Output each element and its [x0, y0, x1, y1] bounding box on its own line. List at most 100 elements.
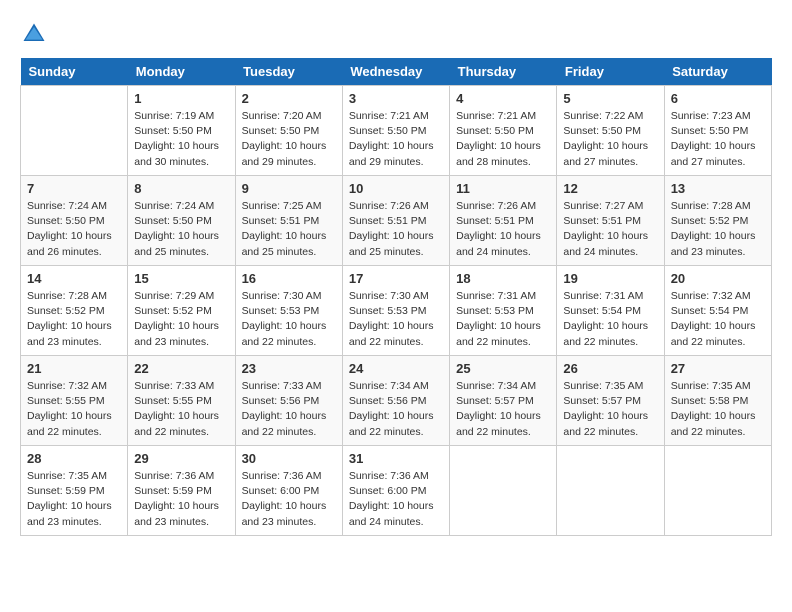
day-number: 4	[456, 91, 550, 106]
calendar-cell: 25 Sunrise: 7:34 AMSunset: 5:57 PMDayligh…	[450, 356, 557, 446]
day-number: 20	[671, 271, 765, 286]
day-number: 21	[27, 361, 121, 376]
day-info: Sunrise: 7:28 AMSunset: 5:52 PMDaylight:…	[27, 289, 121, 350]
calendar-cell: 20 Sunrise: 7:32 AMSunset: 5:54 PMDayligh…	[664, 266, 771, 356]
day-info: Sunrise: 7:31 AMSunset: 5:54 PMDaylight:…	[563, 289, 657, 350]
day-number: 10	[349, 181, 443, 196]
day-info: Sunrise: 7:22 AMSunset: 5:50 PMDaylight:…	[563, 109, 657, 170]
calendar-cell: 16Sunrise: 7:30 AMSunset: 5:53 PMDayligh…	[235, 266, 342, 356]
day-info: Sunrise: 7:35 AMSunset: 5:58 PMDaylight:…	[671, 379, 765, 440]
calendar-cell: 6Sunrise: 7:23 AMSunset: 5:50 PMDaylight…	[664, 86, 771, 176]
day-info: Sunrise: 7:24 AMSunset: 5:50 PMDaylight:…	[134, 199, 228, 260]
day-info: Sunrise: 7:31 AMSunset: 5:53 PMDaylight:…	[456, 289, 550, 350]
day-number: 15	[134, 271, 228, 286]
day-number: 3	[349, 91, 443, 106]
day-number: 12	[563, 181, 657, 196]
calendar-cell: 21 Sunrise: 7:32 AMSunset: 5:55 PMDayligh…	[21, 356, 128, 446]
day-number: 29	[134, 451, 228, 466]
calendar-cell: 31Sunrise: 7:36 AMSunset: 6:00 PMDayligh…	[342, 446, 449, 536]
day-number: 6	[671, 91, 765, 106]
day-info: Sunrise: 7:21 AMSunset: 5:50 PMDaylight:…	[456, 109, 550, 170]
calendar-cell: 5 Sunrise: 7:22 AMSunset: 5:50 PMDaylight…	[557, 86, 664, 176]
calendar-cell	[557, 446, 664, 536]
day-number: 7	[27, 181, 121, 196]
calendar-cell: 7 Sunrise: 7:24 AMSunset: 5:50 PMDaylight…	[21, 176, 128, 266]
calendar-week-row: 28 Sunrise: 7:35 AMSunset: 5:59 PMDayligh…	[21, 446, 772, 536]
logo	[20, 20, 50, 48]
calendar-cell	[664, 446, 771, 536]
day-number: 1	[134, 91, 228, 106]
day-number: 28	[27, 451, 121, 466]
day-info: Sunrise: 7:32 AMSunset: 5:55 PMDaylight:…	[27, 379, 121, 440]
day-number: 18	[456, 271, 550, 286]
calendar-cell: 13 Sunrise: 7:28 AMSunset: 5:52 PMDayligh…	[664, 176, 771, 266]
day-number: 2	[242, 91, 336, 106]
day-number: 5	[563, 91, 657, 106]
day-info: Sunrise: 7:29 AMSunset: 5:52 PMDaylight:…	[134, 289, 228, 350]
day-info: Sunrise: 7:26 AMSunset: 5:51 PMDaylight:…	[349, 199, 443, 260]
page-header	[20, 20, 772, 48]
calendar-cell: 8Sunrise: 7:24 AMSunset: 5:50 PMDaylight…	[128, 176, 235, 266]
calendar-table: SundayMondayTuesdayWednesdayThursdayFrid…	[20, 58, 772, 536]
day-info: Sunrise: 7:30 AMSunset: 5:53 PMDaylight:…	[242, 289, 336, 350]
calendar-cell: 9 Sunrise: 7:25 AMSunset: 5:51 PMDaylight…	[235, 176, 342, 266]
day-info: Sunrise: 7:20 AMSunset: 5:50 PMDaylight:…	[242, 109, 336, 170]
day-number: 14	[27, 271, 121, 286]
day-number: 22	[134, 361, 228, 376]
day-info: Sunrise: 7:36 AMSunset: 6:00 PMDaylight:…	[242, 469, 336, 530]
calendar-cell: 19 Sunrise: 7:31 AMSunset: 5:54 PMDayligh…	[557, 266, 664, 356]
day-info: Sunrise: 7:32 AMSunset: 5:54 PMDaylight:…	[671, 289, 765, 350]
day-info: Sunrise: 7:26 AMSunset: 5:51 PMDaylight:…	[456, 199, 550, 260]
day-info: Sunrise: 7:33 AMSunset: 5:56 PMDaylight:…	[242, 379, 336, 440]
calendar-body: 1 Sunrise: 7:19 AMSunset: 5:50 PMDaylight…	[21, 86, 772, 536]
day-info: Sunrise: 7:30 AMSunset: 5:53 PMDaylight:…	[349, 289, 443, 350]
day-info: Sunrise: 7:28 AMSunset: 5:52 PMDaylight:…	[671, 199, 765, 260]
day-info: Sunrise: 7:34 AMSunset: 5:57 PMDaylight:…	[456, 379, 550, 440]
day-number: 23	[242, 361, 336, 376]
calendar-week-row: 7 Sunrise: 7:24 AMSunset: 5:50 PMDaylight…	[21, 176, 772, 266]
day-info: Sunrise: 7:36 AMSunset: 6:00 PMDaylight:…	[349, 469, 443, 530]
calendar-cell: 14 Sunrise: 7:28 AMSunset: 5:52 PMDayligh…	[21, 266, 128, 356]
day-info: Sunrise: 7:24 AMSunset: 5:50 PMDaylight:…	[27, 199, 121, 260]
calendar-cell: 3 Sunrise: 7:21 AMSunset: 5:50 PMDaylight…	[342, 86, 449, 176]
calendar-cell: 1 Sunrise: 7:19 AMSunset: 5:50 PMDaylight…	[128, 86, 235, 176]
calendar-cell: 17 Sunrise: 7:30 AMSunset: 5:53 PMDayligh…	[342, 266, 449, 356]
calendar-cell: 24 Sunrise: 7:34 AMSunset: 5:56 PMDayligh…	[342, 356, 449, 446]
day-info: Sunrise: 7:33 AMSunset: 5:55 PMDaylight:…	[134, 379, 228, 440]
day-number: 25	[456, 361, 550, 376]
day-number: 24	[349, 361, 443, 376]
calendar-week-row: 1 Sunrise: 7:19 AMSunset: 5:50 PMDaylight…	[21, 86, 772, 176]
day-info: Sunrise: 7:19 AMSunset: 5:50 PMDaylight:…	[134, 109, 228, 170]
day-info: Sunrise: 7:36 AMSunset: 5:59 PMDaylight:…	[134, 469, 228, 530]
day-number: 9	[242, 181, 336, 196]
day-number: 11	[456, 181, 550, 196]
day-header-sunday: Sunday	[21, 58, 128, 86]
calendar-cell	[21, 86, 128, 176]
day-number: 13	[671, 181, 765, 196]
day-number: 17	[349, 271, 443, 286]
calendar-cell: 22 Sunrise: 7:33 AMSunset: 5:55 PMDayligh…	[128, 356, 235, 446]
calendar-cell: 26Sunrise: 7:35 AMSunset: 5:57 PMDayligh…	[557, 356, 664, 446]
calendar-header-row: SundayMondayTuesdayWednesdayThursdayFrid…	[21, 58, 772, 86]
day-number: 30	[242, 451, 336, 466]
day-header-tuesday: Tuesday	[235, 58, 342, 86]
day-info: Sunrise: 7:21 AMSunset: 5:50 PMDaylight:…	[349, 109, 443, 170]
calendar-cell: 28 Sunrise: 7:35 AMSunset: 5:59 PMDayligh…	[21, 446, 128, 536]
day-header-thursday: Thursday	[450, 58, 557, 86]
calendar-cell: 18 Sunrise: 7:31 AMSunset: 5:53 PMDayligh…	[450, 266, 557, 356]
day-header-saturday: Saturday	[664, 58, 771, 86]
logo-icon	[20, 20, 48, 48]
calendar-week-row: 21 Sunrise: 7:32 AMSunset: 5:55 PMDayligh…	[21, 356, 772, 446]
calendar-cell: 30 Sunrise: 7:36 AMSunset: 6:00 PMDayligh…	[235, 446, 342, 536]
day-info: Sunrise: 7:34 AMSunset: 5:56 PMDaylight:…	[349, 379, 443, 440]
day-info: Sunrise: 7:27 AMSunset: 5:51 PMDaylight:…	[563, 199, 657, 260]
day-info: Sunrise: 7:25 AMSunset: 5:51 PMDaylight:…	[242, 199, 336, 260]
day-info: Sunrise: 7:35 AMSunset: 5:59 PMDaylight:…	[27, 469, 121, 530]
calendar-cell: 23 Sunrise: 7:33 AMSunset: 5:56 PMDayligh…	[235, 356, 342, 446]
calendar-cell: 10 Sunrise: 7:26 AMSunset: 5:51 PMDayligh…	[342, 176, 449, 266]
day-header-wednesday: Wednesday	[342, 58, 449, 86]
calendar-cell	[450, 446, 557, 536]
calendar-cell: 15 Sunrise: 7:29 AMSunset: 5:52 PMDayligh…	[128, 266, 235, 356]
day-header-monday: Monday	[128, 58, 235, 86]
day-number: 19	[563, 271, 657, 286]
